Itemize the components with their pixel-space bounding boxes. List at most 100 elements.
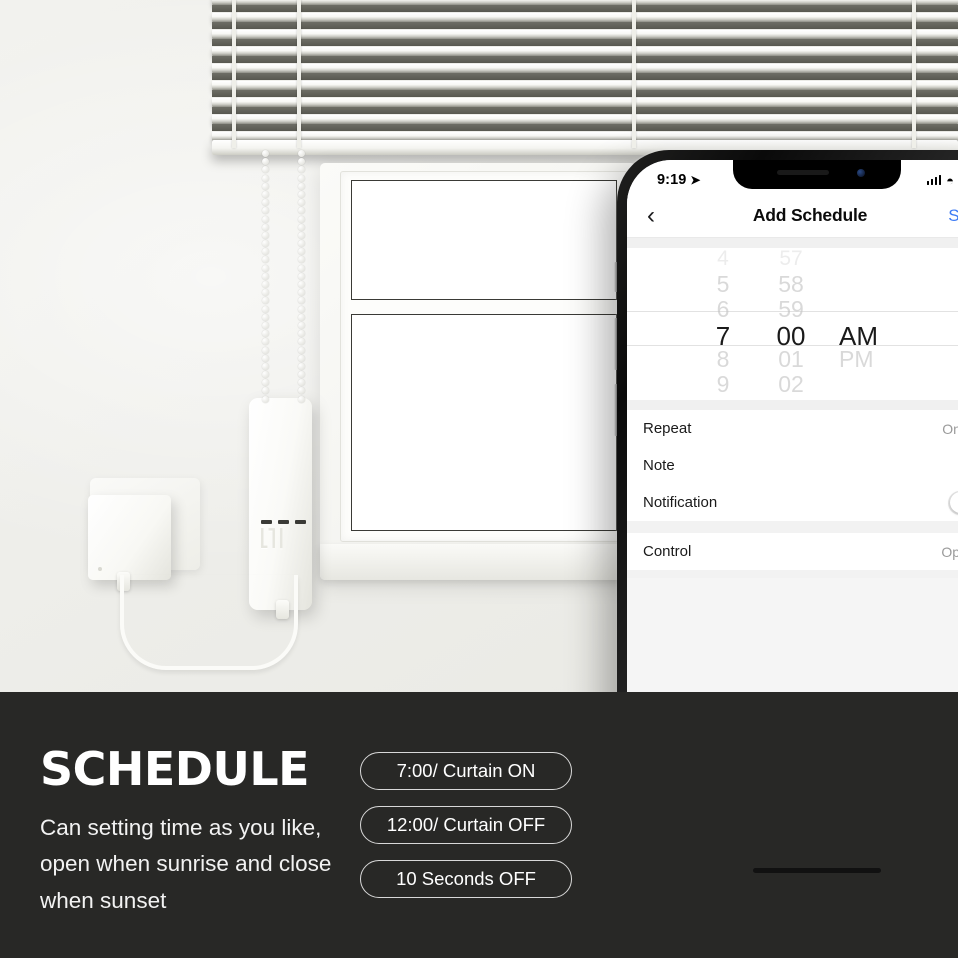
chain-bead [298,248,305,256]
list-row-note[interactable]: Note› [627,447,958,484]
picker-option[interactable]: 02 [757,373,825,398]
row-label: Notification [643,494,718,511]
blind-ladder-cord [297,0,301,148]
chain-bead [262,248,269,256]
chain-bead [298,321,305,329]
power-cable [120,575,298,670]
settings-list: Repeat Once› Note› Notification [627,410,958,521]
cellular-bars-icon [926,175,942,185]
list-row-repeat[interactable]: Repeat Once› [627,410,958,447]
promo-pill: 7:00/ Curtain ON [360,752,572,790]
picker-option[interactable]: 6 [689,298,757,323]
chain-bead [262,313,269,321]
chain-bead [298,387,305,395]
list-row-control[interactable]: Control Open› [627,533,958,570]
blind-ladder-cord [232,0,236,148]
navigation-bar: ‹ Add Schedule Save [627,194,958,238]
minute-wheel[interactable]: 57585900010203 [757,248,825,400]
earpiece-speaker-icon [777,170,829,175]
motor-buttons[interactable] [261,520,306,524]
bead-pull-chain-left [262,150,269,403]
picker-option[interactable]: 00 [757,323,825,349]
picker-option[interactable]: 58 [757,273,825,298]
home-indicator[interactable] [753,868,881,873]
chain-bead [262,379,269,387]
chain-bead [298,256,305,264]
section-gap-after-picker [627,400,958,410]
picker-option[interactable]: 4 [689,248,757,273]
chain-bead [298,338,305,346]
chain-bead [298,231,305,239]
chevron-left-icon[interactable]: ‹ [647,203,687,228]
row-accessory: Once› [942,420,958,438]
chain-bead [262,182,269,190]
chain-bead [262,174,269,182]
blind-slat [212,0,958,12]
chain-bead [298,313,305,321]
row-accessory: Open› [941,543,958,561]
status-bar-time: 9:19 [657,172,687,188]
chain-bead [262,190,269,198]
chain-bead [262,272,269,280]
picker-option[interactable]: 59 [757,298,825,323]
blind-slat [212,47,958,63]
status-bar-right: ◓ [926,172,958,188]
chain-bead [262,338,269,346]
chain-bead [298,379,305,387]
picker-spacer [839,298,905,323]
window-pane-top [351,180,617,300]
venetian-blinds [212,0,958,148]
time-picker[interactable]: 45678910 57585900010203 AMPM [627,248,958,400]
picker-option[interactable]: 8 [689,348,757,373]
picker-option[interactable]: 01 [757,348,825,373]
picker-option[interactable]: 9 [689,373,757,398]
notification-toggle[interactable] [948,490,958,515]
wifi-icon: ◓ [946,172,954,188]
picker-option[interactable]: 03 [757,398,825,400]
chain-bead [298,281,305,288]
chain-bead [262,346,269,354]
save-button[interactable]: Save [933,206,958,226]
chain-bead [298,215,305,223]
picker-option[interactable]: AM [839,323,905,349]
chain-bead [262,281,269,288]
window-frame [320,163,636,580]
chain-bead [262,362,269,370]
chain-bead [298,207,305,215]
picker-option[interactable]: 7 [689,323,757,349]
chain-bead [262,354,269,362]
bead-pull-chain-right [298,150,305,403]
chain-bead [298,199,305,207]
row-label: Control [643,543,692,560]
chain-bead [262,371,269,379]
power-adapter [88,495,171,580]
chain-bead [262,330,269,338]
picker-option[interactable]: 10 [689,398,757,400]
blind-ladder-cord [632,0,636,148]
volume-up-button[interactable] [614,318,617,370]
front-camera-icon [857,169,865,177]
list-row-notification[interactable]: Notification [627,484,958,521]
picker-option[interactable]: 57 [757,248,825,273]
mute-switch[interactable] [614,262,617,292]
chain-bead [262,305,269,313]
row-value: Open [941,543,958,560]
blind-slat [212,13,958,29]
chain-bead [298,240,305,248]
volume-down-button[interactable] [614,384,617,436]
row-accessory [948,490,958,515]
window-pane-bottom [351,314,617,531]
chain-bead [298,330,305,338]
promo-pill: 10 Seconds OFF [360,860,572,898]
chain-bead [298,297,305,305]
promo-pill: 12:00/ Curtain OFF [360,806,572,844]
promo-panel: SCHEDULE Can setting time as you like, o… [0,692,958,958]
control-list: Control Open› [627,533,958,570]
window-sill [320,544,636,580]
picker-option[interactable]: 5 [689,273,757,298]
meridiem-wheel[interactable]: AM PM [825,248,905,400]
hour-wheel[interactable]: 45678910 [689,248,757,400]
picker-option[interactable]: PM [839,348,905,373]
list-bottom-spacer [627,570,958,578]
chain-bead [298,264,305,272]
